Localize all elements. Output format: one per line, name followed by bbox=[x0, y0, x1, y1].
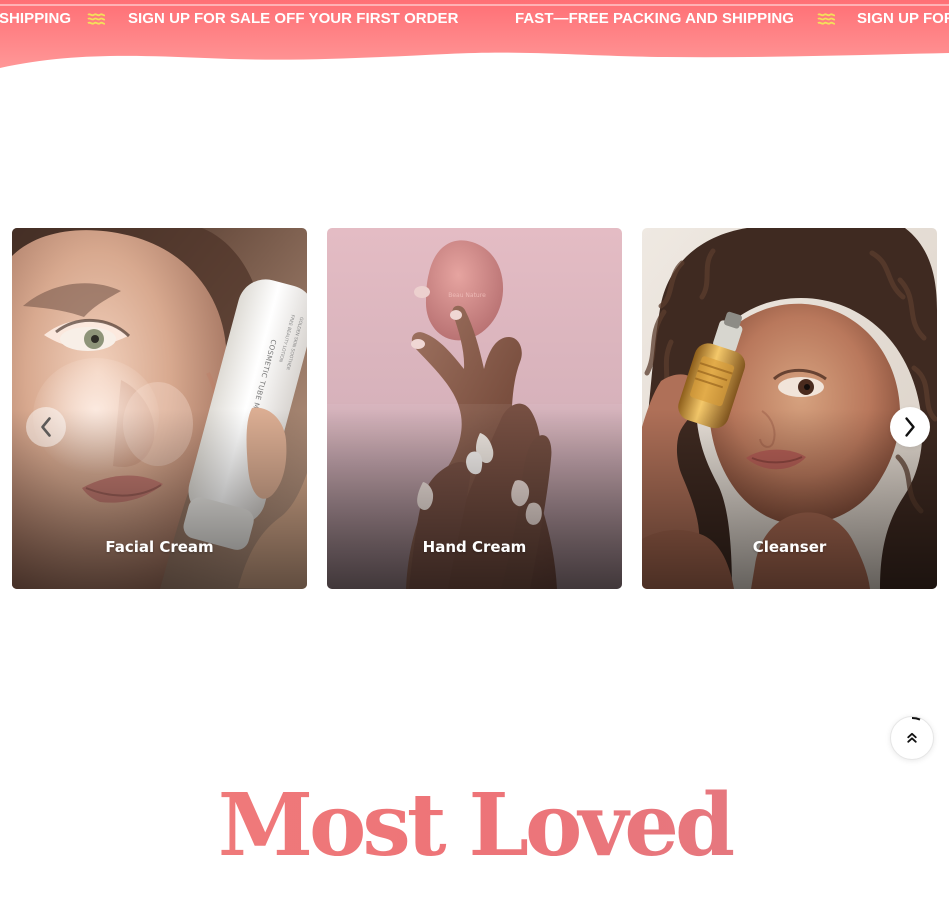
carousel-prev-button[interactable] bbox=[26, 407, 66, 447]
promo-text-sign-up: SIGN UP FOR SALE OFF YOUR FIRST ORDER bbox=[128, 10, 459, 27]
wavy-lines-icon bbox=[87, 13, 105, 25]
category-title: Hand Cream bbox=[422, 538, 527, 556]
category-card-cleanser[interactable]: Cleanser bbox=[642, 228, 937, 589]
svg-text:Beau Nature: Beau Nature bbox=[448, 292, 486, 299]
chevron-right-icon bbox=[905, 417, 915, 437]
wavy-lines-icon bbox=[817, 13, 835, 25]
chevron-left-icon bbox=[41, 417, 51, 437]
promo-text-free-shipping: FAST—FREE PACKING AND SHIPPING bbox=[515, 10, 795, 27]
promo-text-sign-up-partial: SIGN UP FOR bbox=[857, 10, 949, 27]
scroll-progress-indicator bbox=[911, 716, 921, 721]
page: SHIPPING SIGN UP FOR SALE OFF YOUR FIRST… bbox=[0, 0, 949, 907]
promo-text-shipping-partial: SHIPPING bbox=[0, 10, 72, 27]
card-gradient-overlay bbox=[327, 409, 622, 589]
scroll-to-top-button[interactable] bbox=[890, 716, 934, 760]
category-card-facial-cream[interactable]: COSMETIC TUBE MOCKUP GOLDEN SKIN SOOTHER… bbox=[12, 228, 307, 589]
category-title: Cleanser bbox=[752, 538, 827, 556]
category-carousel: COSMETIC TUBE MOCKUP GOLDEN SKIN SOOTHER… bbox=[0, 228, 949, 589]
section-title-most-loved: Most Loved bbox=[0, 777, 949, 875]
carousel-next-button[interactable] bbox=[890, 407, 930, 447]
promo-marquee-bar: SHIPPING SIGN UP FOR SALE OFF YOUR FIRST… bbox=[0, 0, 949, 70]
category-card-hand-cream[interactable]: Beau Nature Hand Cream bbox=[327, 228, 622, 589]
category-title: Facial Cream bbox=[105, 538, 214, 556]
